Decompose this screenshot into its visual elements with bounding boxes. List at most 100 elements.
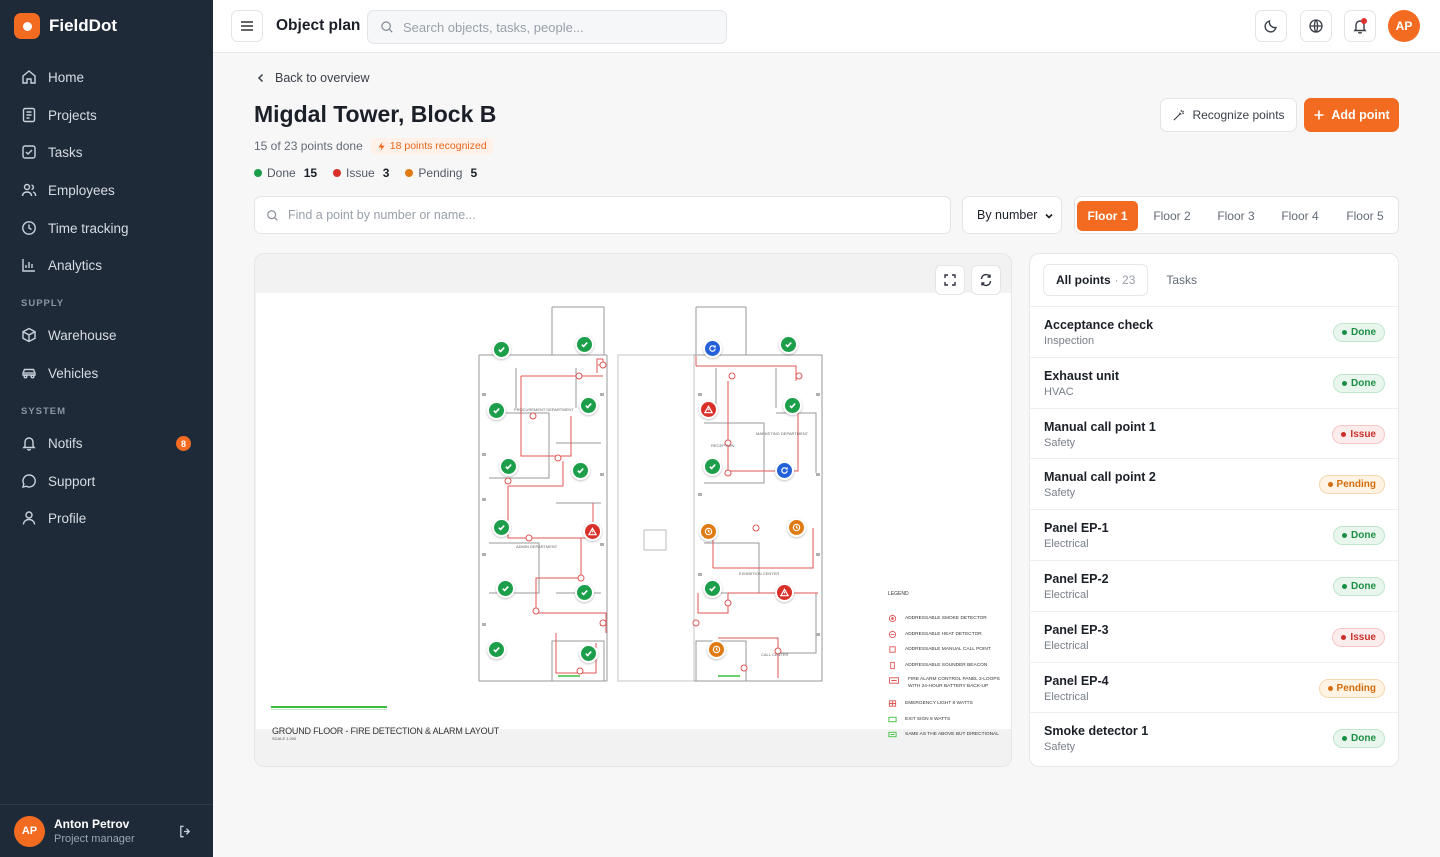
sidebar-item-projects[interactable]: Projects (12, 98, 201, 132)
tab-tasks[interactable]: Tasks (1154, 264, 1209, 296)
list-item[interactable]: Panel EP-3 Electrical Issue (1030, 610, 1398, 662)
list-item[interactable]: Exhaust unit HVAC Done (1030, 356, 1398, 408)
status-label: Issue (1350, 428, 1376, 440)
tab-all-points[interactable]: All points · 23 (1043, 264, 1149, 296)
sidebar-item-notifs[interactable]: Notifs 8 (12, 426, 201, 460)
clock-icon (712, 645, 721, 654)
legend-item: SAME AS THE ABOVE BUT DIRECTIONAL (888, 727, 1008, 743)
legend-item: ADDRESSABLE SMOKE DETECTOR (888, 611, 1008, 627)
plan-point-active[interactable] (775, 461, 794, 480)
plan-point-done[interactable] (487, 640, 506, 659)
list-item[interactable]: Panel EP-1 Electrical Done (1030, 509, 1398, 560)
plan-point-issue[interactable] (699, 400, 718, 419)
check-icon (498, 524, 505, 531)
plan-point-done[interactable] (579, 396, 598, 415)
check-icon (581, 589, 588, 596)
menu-button[interactable] (231, 10, 263, 42)
plan-point-done[interactable] (579, 644, 598, 663)
plan-point-done[interactable] (496, 579, 515, 598)
exit-sign-icon (888, 716, 897, 722)
sidebar-item-label: Notifs (48, 435, 83, 451)
sidebar-item-label: Profile (48, 510, 87, 526)
analytics-icon (22, 259, 35, 272)
plan-point-done[interactable] (492, 518, 511, 537)
point-category: Electrical (1044, 538, 1089, 551)
status-badge: Issue (1332, 627, 1385, 647)
tab-floor-3[interactable]: Floor 3 (1206, 201, 1266, 231)
plan-point-done[interactable] (575, 335, 594, 354)
sidebar-item-profile[interactable]: Profile (12, 501, 201, 535)
sort-select[interactable]: By number (962, 196, 1062, 234)
employees-icon (21, 183, 37, 197)
projects-icon (22, 107, 36, 123)
add-point-button[interactable]: Add point (1304, 98, 1399, 132)
brand[interactable]: FieldDot (14, 13, 117, 39)
check-icon (505, 463, 512, 470)
refresh-button[interactable] (971, 265, 1001, 295)
recognize-points-button[interactable]: Recognize points (1160, 98, 1297, 132)
list-item[interactable]: Panel EP-2 Electrical Done (1030, 559, 1398, 611)
room-label: MARKETING DEPARTMENT (756, 431, 809, 436)
user-icon (22, 511, 36, 525)
current-user[interactable]: AP Anton Petrov Project manager (0, 804, 213, 857)
legend-item: ADDRESSABLE SOUNDER BEACON (888, 658, 1008, 674)
sidebar-item-support[interactable]: Support (12, 464, 201, 498)
list-item[interactable]: Smoke detector 1 Safety Done (1030, 712, 1398, 763)
avatar[interactable]: AP (1388, 10, 1420, 42)
sidebar-item-vehicles[interactable]: Vehicles (12, 356, 201, 390)
plan-point-done[interactable] (783, 396, 802, 415)
list-item[interactable]: Acceptance check Inspection Done (1030, 306, 1398, 357)
plan-point-active[interactable] (703, 339, 722, 358)
search-input[interactable]: Search objects, tasks, people... (367, 10, 727, 44)
logout-icon[interactable] (178, 824, 193, 839)
plan-point-done[interactable] (575, 583, 594, 602)
fullscreen-button[interactable] (935, 265, 965, 295)
tab-floor-2[interactable]: Floor 2 (1142, 201, 1202, 231)
list-item[interactable]: Manual call point 2 Safety Pending (1030, 458, 1398, 509)
check-icon (581, 341, 588, 348)
language-button[interactable] (1300, 10, 1332, 42)
car-icon (22, 368, 36, 379)
stat-done: Done 15 (254, 166, 317, 180)
warning-icon (588, 527, 597, 536)
plan-point-done[interactable] (779, 335, 798, 354)
expand-icon (944, 274, 956, 286)
back-link[interactable]: Back to overview (255, 71, 369, 85)
plan-point-done[interactable] (571, 461, 590, 480)
tab-floor-5[interactable]: Floor 5 (1335, 201, 1395, 231)
sidebar-item-tasks[interactable]: Tasks (12, 135, 201, 169)
nav-section-system: SYSTEM (21, 406, 67, 417)
list-item[interactable]: Manual call point 1 Safety Issue (1030, 407, 1398, 459)
plan-point-done[interactable] (492, 340, 511, 359)
sidebar-item-home[interactable]: Home (12, 60, 201, 94)
sidebar-item-warehouse[interactable]: Warehouse (12, 318, 201, 352)
plan-point-done[interactable] (703, 457, 722, 476)
tab-floor-4[interactable]: Floor 4 (1270, 201, 1330, 231)
theme-toggle-button[interactable] (1255, 10, 1287, 42)
sidebar-item-analytics[interactable]: Analytics (12, 248, 201, 282)
chevron-left-icon (257, 73, 264, 83)
tasks-icon (22, 145, 36, 159)
plan-point-pending[interactable] (787, 518, 806, 537)
sidebar-item-employees[interactable]: Employees (12, 173, 201, 207)
check-icon (498, 346, 505, 353)
tab-floor-1[interactable]: Floor 1 (1077, 201, 1138, 231)
status-label: Pending (1336, 682, 1376, 694)
home-icon (22, 70, 36, 84)
plan-point-done[interactable] (487, 401, 506, 420)
sidebar-item-time-tracking[interactable]: Time tracking (12, 211, 201, 245)
plan-point-issue[interactable] (775, 583, 794, 602)
plan-point-done[interactable] (499, 457, 518, 476)
legend-label: SAME AS THE ABOVE BUT DIRECTIONAL (905, 732, 999, 738)
plan-point-issue[interactable] (583, 522, 602, 541)
refresh-icon (781, 467, 788, 474)
notifications-button[interactable] (1344, 10, 1376, 42)
plan-point-pending[interactable] (707, 640, 726, 659)
floor-plan-canvas[interactable]: PROCUREMENT DEPARTMENT MARKETING DEPARTM… (256, 293, 1011, 741)
plan-point-done[interactable] (703, 579, 722, 598)
plan-point-pending[interactable] (699, 522, 718, 541)
status-badge: Done (1333, 323, 1385, 342)
legend-item: ADDRESSABLE HEAT DETECTOR (888, 627, 1008, 643)
find-point-input[interactable]: Find a point by number or name... (254, 196, 951, 234)
list-item[interactable]: Panel EP-4 Electrical Pending (1030, 661, 1398, 713)
